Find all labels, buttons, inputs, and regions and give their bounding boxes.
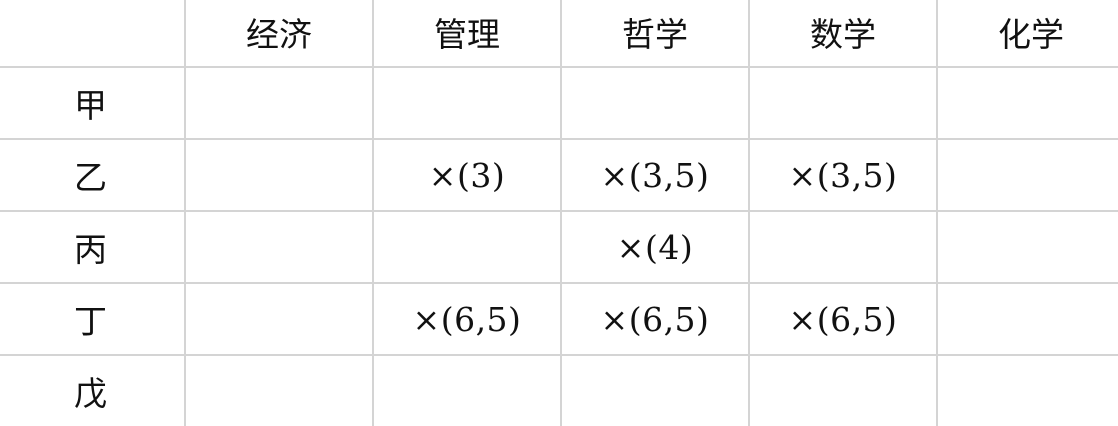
table-cell: ×(3,5) bbox=[748, 138, 938, 212]
row-label: 乙 bbox=[0, 138, 186, 212]
table-row: 丙 ×(4) bbox=[0, 210, 1118, 284]
corner-cell bbox=[0, 0, 186, 68]
table-row: 戊 bbox=[0, 354, 1118, 426]
table-cell: ×(6,5) bbox=[372, 282, 562, 356]
table-cell bbox=[936, 138, 1118, 212]
row-label: 甲 bbox=[0, 66, 186, 140]
table-row: 乙 ×(3) ×(3,5) ×(3,5) bbox=[0, 138, 1118, 212]
table-cell bbox=[936, 210, 1118, 284]
column-header-economics: 经济 bbox=[184, 0, 374, 68]
row-label: 丁 bbox=[0, 282, 186, 356]
table-cell bbox=[748, 210, 938, 284]
column-header-management: 管理 bbox=[372, 0, 562, 68]
row-label: 戊 bbox=[0, 354, 186, 426]
table-cell: ×(3) bbox=[372, 138, 562, 212]
table-cell bbox=[936, 282, 1118, 356]
table-cell: ×(4) bbox=[560, 210, 750, 284]
table-cell bbox=[184, 66, 374, 140]
header-row: 经济 管理 哲学 数学 化学 bbox=[0, 0, 1118, 68]
column-header-philosophy: 哲学 bbox=[560, 0, 750, 68]
table-cell bbox=[372, 210, 562, 284]
table-cell: ×(3,5) bbox=[560, 138, 750, 212]
row-label: 丙 bbox=[0, 210, 186, 284]
table-cell: ×(6,5) bbox=[560, 282, 750, 356]
table-cell bbox=[184, 354, 374, 426]
elimination-table: 经济 管理 哲学 数学 化学 甲 乙 ×(3) ×(3,5) ×(3,5) 丙 … bbox=[0, 0, 1118, 426]
table-cell bbox=[560, 354, 750, 426]
table-cell bbox=[748, 354, 938, 426]
table-row: 甲 bbox=[0, 66, 1118, 140]
table-cell bbox=[184, 282, 374, 356]
column-header-mathematics: 数学 bbox=[748, 0, 938, 68]
table-row: 丁 ×(6,5) ×(6,5) ×(6,5) bbox=[0, 282, 1118, 356]
table-cell bbox=[748, 66, 938, 140]
table-cell bbox=[184, 138, 374, 212]
table-cell bbox=[184, 210, 374, 284]
table-cell bbox=[936, 354, 1118, 426]
column-header-chemistry: 化学 bbox=[936, 0, 1118, 68]
table-cell bbox=[560, 66, 750, 140]
table-cell bbox=[936, 66, 1118, 140]
table-cell bbox=[372, 66, 562, 140]
table-cell: ×(6,5) bbox=[748, 282, 938, 356]
table-cell bbox=[372, 354, 562, 426]
